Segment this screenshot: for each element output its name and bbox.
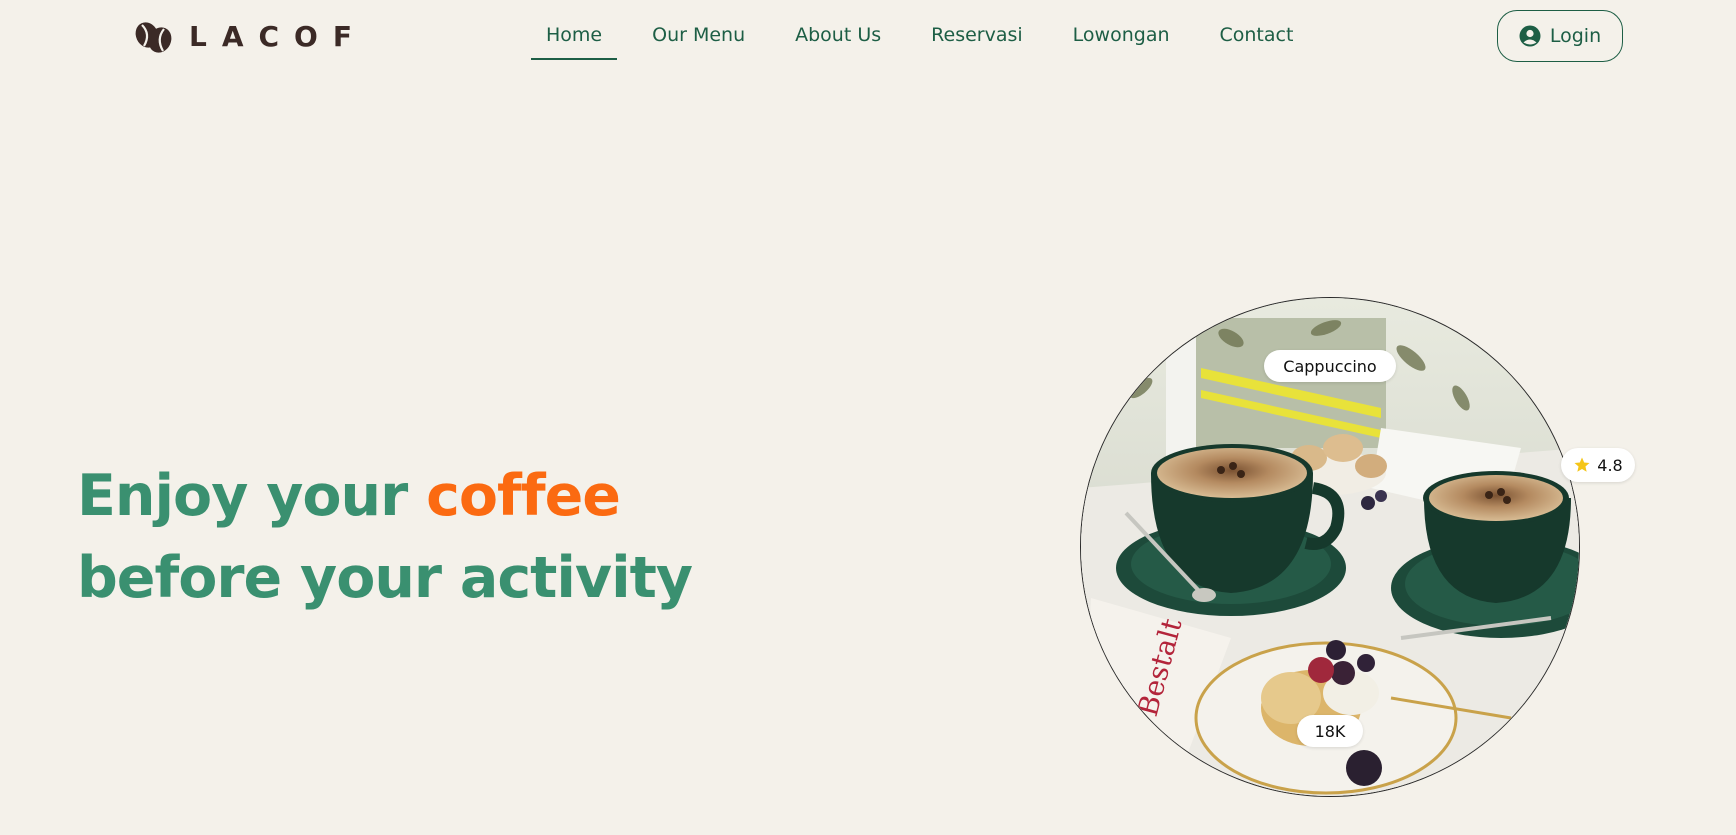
rating-value: 4.8 — [1597, 455, 1623, 475]
login-button[interactable]: Login — [1497, 10, 1623, 62]
nav-lowongan[interactable]: Lowongan — [1058, 20, 1185, 58]
rating-badge: 4.8 — [1561, 448, 1635, 482]
nav-our-menu[interactable]: Our Menu — [637, 20, 760, 58]
user-circle-icon — [1519, 25, 1541, 47]
nav-about-us[interactable]: About Us — [780, 20, 896, 58]
nav-contact[interactable]: Contact — [1205, 20, 1309, 58]
hero-line-2: before your activity — [77, 545, 693, 611]
hero-line-1-prefix: Enjoy your — [77, 463, 427, 529]
main-nav: Home Our Menu About Us Reservasi Lowonga… — [531, 20, 1308, 60]
product-name-badge: Cappuccino — [1264, 350, 1396, 382]
hero-headline: Enjoy your coffee before your activity — [77, 455, 693, 619]
nav-home[interactable]: Home — [531, 20, 618, 60]
hero-accent-word: coffee — [426, 463, 621, 529]
coffee-beans-icon — [133, 20, 173, 54]
login-label: Login — [1549, 25, 1602, 47]
star-icon — [1573, 456, 1591, 474]
sold-count-badge: 18K — [1297, 715, 1363, 747]
nav-reservasi[interactable]: Reservasi — [916, 20, 1038, 58]
brand-name: LACOF — [189, 20, 367, 53]
brand-logo[interactable]: LACOF — [133, 20, 367, 54]
hero-line-1: Enjoy your coffee — [77, 455, 692, 537]
